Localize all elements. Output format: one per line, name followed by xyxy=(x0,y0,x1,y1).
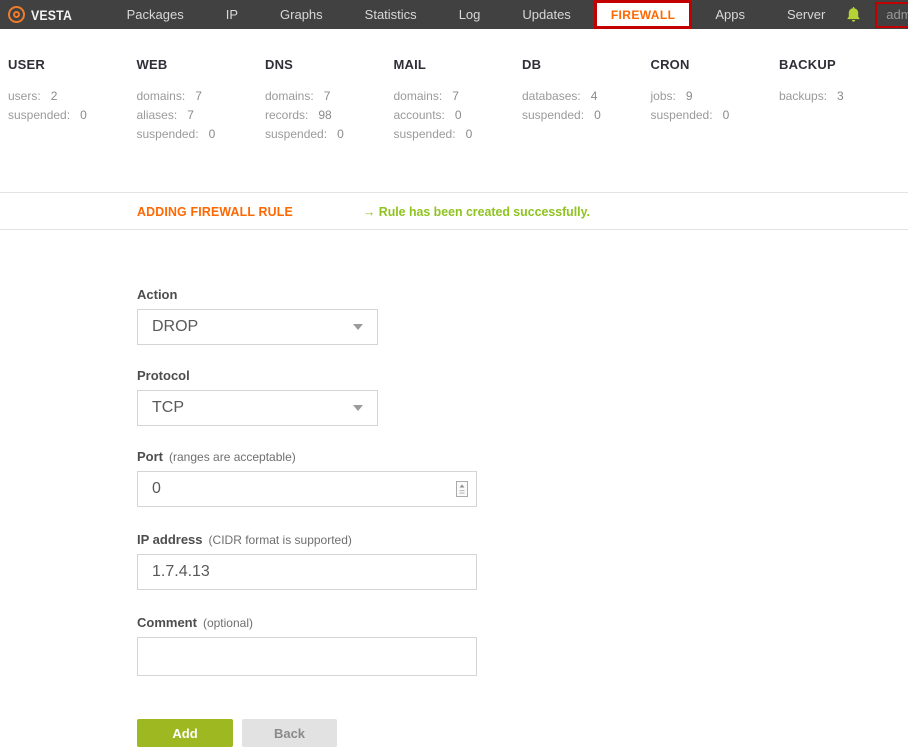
notifications-bell-icon[interactable] xyxy=(846,6,861,24)
stat-title: DNS xyxy=(265,57,394,72)
ip-address-label: IP address(CIDR format is supported) xyxy=(137,532,908,547)
nav-item-updates[interactable]: Updates xyxy=(501,0,591,29)
vesta-logo[interactable]: VESTA xyxy=(8,6,78,23)
action-selected-value: DROP xyxy=(152,318,353,336)
add-firewall-rule-form: Action DROP Protocol TCP Port(ranges are… xyxy=(0,230,908,747)
port-input[interactable] xyxy=(137,471,477,507)
nav-item-packages[interactable]: Packages xyxy=(106,0,205,29)
stat-col-dns[interactable]: DNS domains:7 records:98 suspended:0 xyxy=(265,57,394,192)
stat-title: DB xyxy=(522,57,651,72)
stat-title: MAIL xyxy=(394,57,523,72)
ip-address-hint: (CIDR format is supported) xyxy=(209,533,352,547)
vesta-logo-icon xyxy=(8,6,25,23)
page-header-row: ADDING FIREWALL RULE → Rule has been cre… xyxy=(0,193,908,230)
stat-col-mail[interactable]: MAIL domains:7 accounts:0 suspended:0 xyxy=(394,57,523,192)
comment-hint: (optional) xyxy=(203,616,253,630)
stat-title: USER xyxy=(8,57,137,72)
user-name: admin xyxy=(886,7,908,22)
port-label: Port(ranges are acceptable) xyxy=(137,449,908,464)
action-select[interactable]: DROP xyxy=(137,309,378,345)
page-title: ADDING FIREWALL RULE xyxy=(137,204,293,219)
stat-col-user[interactable]: USER users:2 suspended:0 xyxy=(8,57,137,192)
stat-col-db[interactable]: DB databases:4 suspended:0 xyxy=(522,57,651,192)
action-label: Action xyxy=(137,287,908,302)
add-button[interactable]: Add xyxy=(137,719,233,747)
nav-tab-firewall-label: FIREWALL xyxy=(611,8,676,22)
nav-item-apps[interactable]: Apps xyxy=(694,0,766,29)
protocol-label: Protocol xyxy=(137,368,908,383)
success-message: → Rule has been created successfully. xyxy=(363,204,590,219)
ip-address-input[interactable] xyxy=(137,554,477,590)
stat-title: BACKUP xyxy=(779,57,908,72)
stat-col-backup[interactable]: BACKUP backups:3 xyxy=(779,57,908,192)
form-actions: Add Back xyxy=(137,719,908,747)
stat-title: WEB xyxy=(137,57,266,72)
protocol-selected-value: TCP xyxy=(152,399,353,417)
port-hint: (ranges are acceptable) xyxy=(169,450,296,464)
top-navbar: VESTA Packages IP Graphs Statistics Log … xyxy=(0,0,908,29)
stats-summary-bar: USER users:2 suspended:0 WEB domains:7 a… xyxy=(0,29,908,193)
chevron-down-icon xyxy=(353,405,363,411)
back-button[interactable]: Back xyxy=(242,719,337,747)
user-menu-admin[interactable]: admin xyxy=(875,2,908,28)
nav-tab-firewall-active[interactable]: FIREWALL xyxy=(594,0,693,29)
protocol-select[interactable]: TCP xyxy=(137,390,378,426)
nav-item-graphs[interactable]: Graphs xyxy=(259,0,344,29)
nav-item-log[interactable]: Log xyxy=(438,0,502,29)
nav-item-statistics[interactable]: Statistics xyxy=(344,0,438,29)
nav-item-ip[interactable]: IP xyxy=(205,0,259,29)
brand-name: VESTA xyxy=(31,7,72,23)
stat-title: CRON xyxy=(651,57,780,72)
nav-item-server[interactable]: Server xyxy=(766,0,846,29)
chevron-down-icon xyxy=(353,324,363,330)
comment-textarea[interactable] xyxy=(137,637,477,676)
stat-col-web[interactable]: WEB domains:7 aliases:7 suspended:0 xyxy=(137,57,266,192)
stat-col-cron[interactable]: CRON jobs:9 suspended:0 xyxy=(651,57,780,192)
comment-label: Comment(optional) xyxy=(137,615,908,630)
number-spinner-icon[interactable] xyxy=(456,481,468,497)
